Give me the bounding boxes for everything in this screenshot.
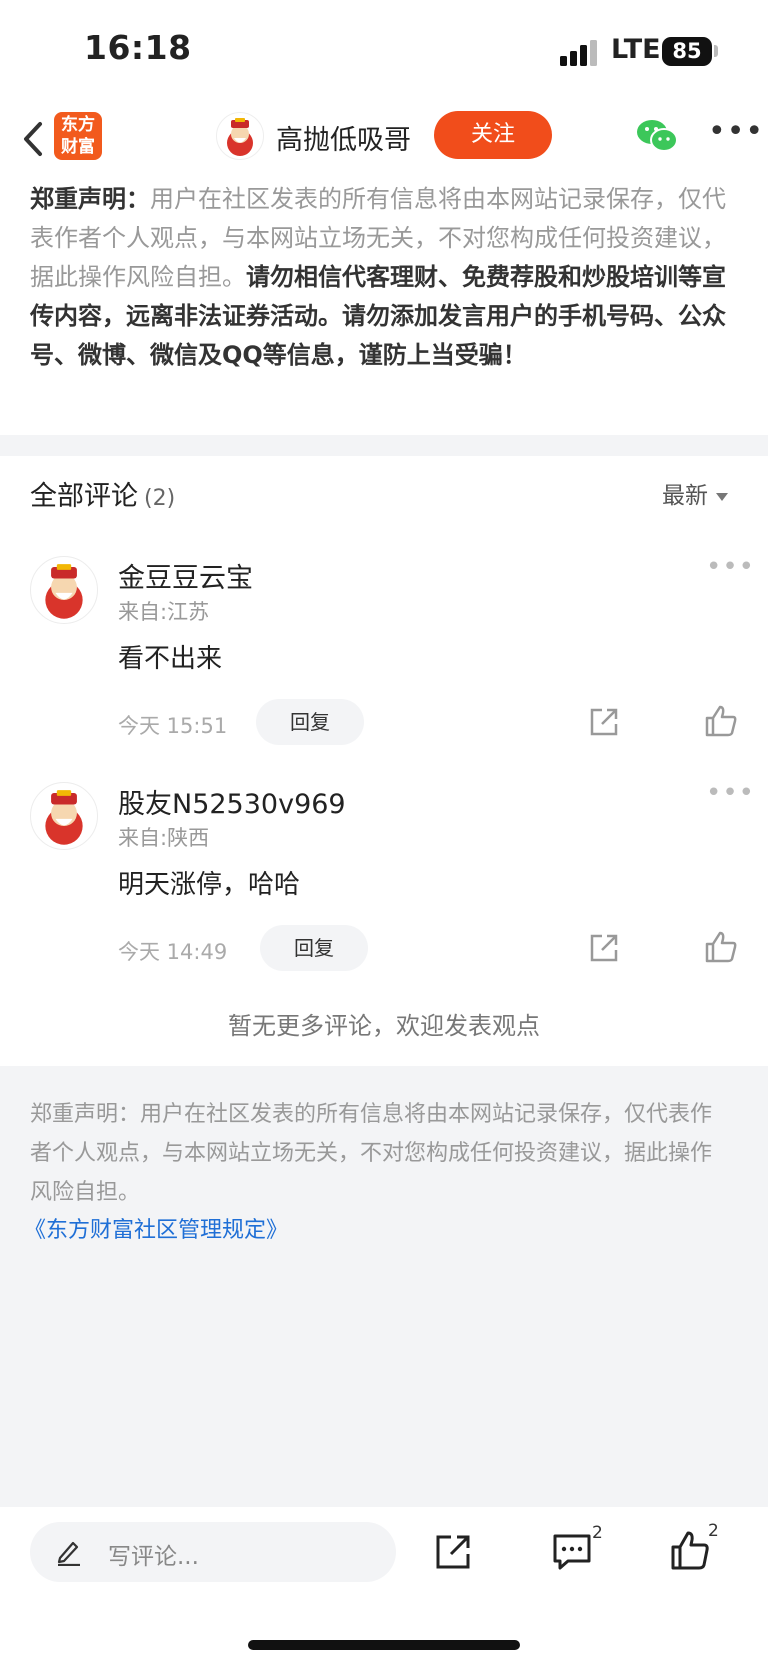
comments-count: (2) [144, 486, 176, 511]
top-navbar: 东方 财富 高抛低吸哥 关注 ••• [0, 100, 768, 180]
commenter-location: 来自:江苏 [118, 600, 210, 624]
fortune-god-avatar-icon [45, 790, 83, 845]
reply-button[interactable]: 回复 [256, 699, 364, 745]
disclaimer-bottom: 郑重声明：用户在社区发表的所有信息将由本网站记录保存，仅代表作者个人观点，与本网… [30, 1102, 713, 1205]
sort-dropdown[interactable]: 最新 [662, 476, 728, 510]
comments-title-label: 全部评论 [30, 481, 138, 512]
comment-text: 明天涨停，哈哈 [118, 870, 301, 900]
comment-more-icon[interactable]: ••• [706, 778, 755, 808]
comment-time: 今天 15:51 [118, 714, 228, 738]
back-arrow-icon[interactable] [14, 114, 54, 164]
comment-time: 今天 14:49 [118, 940, 228, 964]
comment-text: 看不出来 [118, 644, 223, 674]
more-icon[interactable]: ••• [708, 117, 763, 147]
like-icon[interactable] [670, 1529, 710, 1571]
disclaimer-lead: 郑重声明： [30, 185, 150, 213]
comment-item: 股友N52530v969 来自:陕西 ••• 明天涨停，哈哈 今天 14:49 … [0, 762, 768, 982]
reply-button[interactable]: 回复 [260, 925, 368, 971]
commenter-name[interactable]: 股友N52530v969 [118, 782, 346, 821]
share-icon[interactable] [434, 1533, 472, 1571]
comment-more-icon[interactable]: ••• [706, 552, 755, 582]
comment-item: 金豆豆云宝 来自:江苏 ••• 看不出来 今天 15:51 回复 [0, 536, 768, 756]
battery-cap [714, 45, 718, 57]
share-icon[interactable] [588, 706, 620, 738]
share-icon[interactable] [588, 932, 620, 964]
logo-line-2: 财富 [61, 137, 95, 157]
no-more-comments: 暂无更多评论，欢迎发表观点 [228, 1012, 540, 1040]
fortune-god-avatar-icon [227, 118, 253, 156]
like-icon[interactable] [704, 930, 738, 964]
follow-button[interactable]: 关注 [434, 111, 552, 159]
like-count-badge: 2 [708, 1521, 719, 1541]
comments-section: 全部评论 (2) 最新 金豆豆云宝 来自:江苏 ••• 看不出来 今天 15:51… [0, 456, 768, 1066]
disclaimer-top-text: 郑重声明：用户在社区发表的所有信息将由本网站记录保存，仅代表作者个人观点，与本网… [30, 180, 740, 375]
section-divider [0, 435, 768, 456]
commenter-avatar[interactable] [30, 556, 98, 624]
comment-input[interactable]: 写评论... [30, 1522, 396, 1582]
network-type: LTE [611, 34, 661, 65]
commenter-name[interactable]: 金豆豆云宝 [118, 556, 253, 595]
app-logo[interactable]: 东方 财富 [54, 112, 102, 160]
fortune-god-avatar-icon [45, 564, 83, 619]
wechat-icon[interactable] [636, 118, 678, 154]
bottom-action-bar: 写评论... 2 2 [0, 1507, 768, 1663]
disclaimer-top: 郑重声明：用户在社区发表的所有信息将由本网站记录保存，仅代表作者个人观点，与本网… [0, 180, 768, 435]
comments-title: 全部评论 (2) [30, 474, 175, 513]
battery-indicator: 85 [662, 37, 712, 66]
author-avatar[interactable] [216, 112, 264, 160]
author-name[interactable]: 高抛低吸哥 [276, 118, 411, 157]
comment-icon[interactable] [552, 1533, 592, 1571]
status-time: 16:18 [84, 28, 192, 67]
commenter-avatar[interactable] [30, 782, 98, 850]
like-icon[interactable] [704, 704, 738, 738]
community-rules-link[interactable]: 《东方财富社区管理规定》 [24, 1212, 288, 1244]
pencil-icon [57, 1541, 80, 1566]
comment-count-badge: 2 [592, 1523, 603, 1543]
cellular-signal-icon [560, 40, 597, 66]
home-indicator [248, 1640, 520, 1650]
status-bar: 16:18 LTE 85 [0, 0, 768, 100]
caret-down-icon [716, 492, 728, 501]
logo-line-1: 东方 [61, 115, 95, 135]
comment-placeholder: 写评论... [108, 1544, 199, 1570]
sort-label: 最新 [662, 483, 708, 509]
commenter-location: 来自:陕西 [118, 826, 210, 850]
